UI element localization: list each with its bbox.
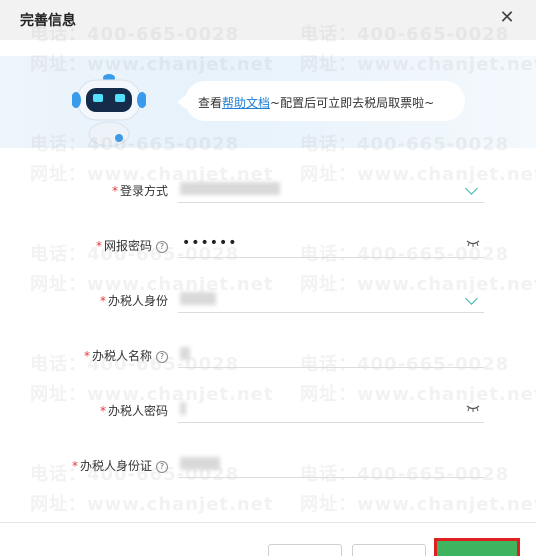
redacted-value [180,457,220,470]
banner-text-before: 查看 [198,96,223,110]
taxpayer-role-label: * 办税人身份 [99,294,168,308]
dialog-title: 完善信息 [20,13,76,29]
chevron-down-icon [465,182,478,195]
taxpayer-name-label: * 办税人名称? [84,347,168,364]
taxpayer-role-select[interactable] [178,286,484,313]
redacted-value [180,292,216,305]
dialog: 完善信息 ✕ 查看帮助文档~配置后可立即去税局取票啦~ 电话：400-665-0… [0,0,536,556]
redacted-value [180,347,190,360]
question-circle-icon[interactable]: ? [156,241,168,253]
taxpayer-name-field[interactable] [178,341,484,368]
watermark-site: 网址：www.chanjet.net [30,494,274,515]
login-method-label: * 登录方式 [111,184,168,198]
login-method-select[interactable] [178,176,484,203]
banner-message: 查看帮助文档~配置后可立即去税局取票啦~ [198,94,434,111]
close-icon[interactable]: ✕ [498,9,516,27]
redacted-value [180,402,186,415]
filing-password-label: * 网报密码? [96,237,168,254]
taxpayer-password-label: * 办税人密码 [99,404,168,418]
taxpayer-password-field[interactable] [178,396,484,423]
footer-button[interactable] [352,544,426,556]
taxpayer-id-label: * 办税人身份证? [72,457,168,474]
password-value: •••••• [182,235,238,251]
watermark-site: 网址：www.chanjet.net [300,494,536,515]
chevron-down-icon [465,292,478,305]
redacted-value [180,182,280,195]
eye-closed-icon[interactable] [466,239,480,247]
dialog-titlebar: 完善信息 ✕ [0,0,536,40]
banner-text-after: ~配置后可立即去税局取票啦~ [270,96,435,110]
footer-button[interactable] [268,544,342,556]
primary-button[interactable] [434,538,520,556]
question-circle-icon[interactable]: ? [156,461,168,473]
help-doc-link[interactable]: 帮助文档 [222,96,270,110]
taxpayer-id-field[interactable] [178,451,484,478]
robot-mascot-icon [72,74,146,146]
filing-password-field[interactable]: •••••• [178,231,484,258]
question-circle-icon[interactable]: ? [156,351,168,363]
eye-closed-icon[interactable] [466,404,480,412]
